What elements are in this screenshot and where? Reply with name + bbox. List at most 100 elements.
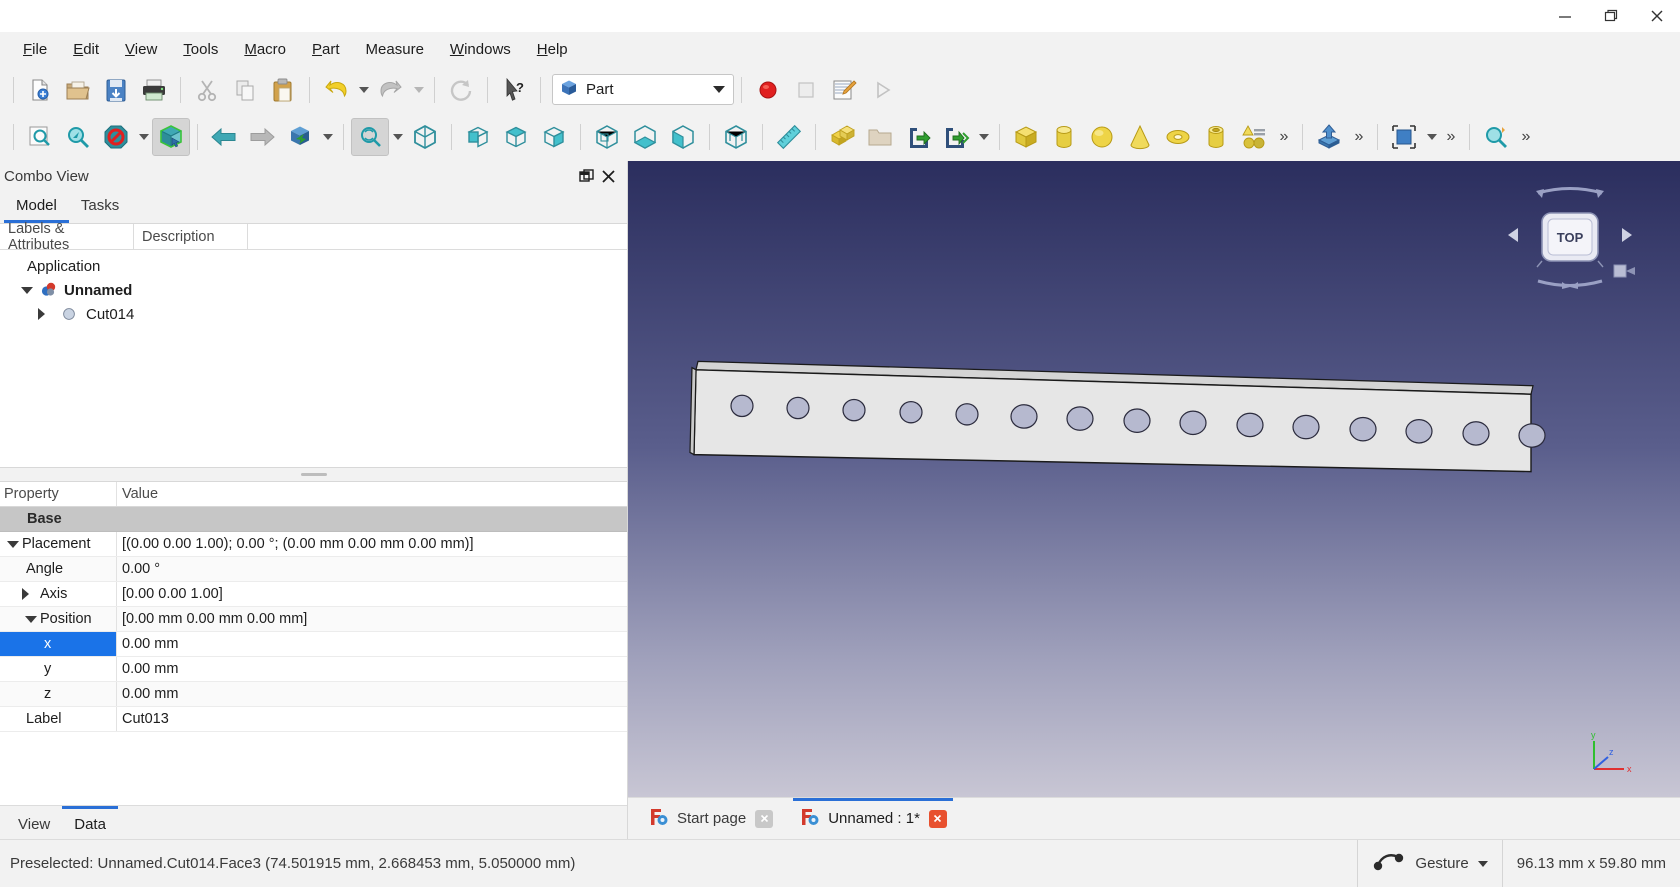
undo-dropdown-arrow[interactable]: [355, 71, 372, 109]
torus-primitive-icon[interactable]: [1159, 118, 1197, 156]
fit-cube-icon[interactable]: [406, 118, 444, 156]
bounding-box-dropdown-arrow[interactable]: [1423, 118, 1440, 156]
zoom-tool-icon[interactable]: [1477, 118, 1515, 156]
navigation-style-selector[interactable]: Gesture: [1357, 839, 1501, 887]
maximize-button[interactable]: [1588, 0, 1634, 32]
export-all-icon[interactable]: [937, 118, 975, 156]
tab-view[interactable]: View: [6, 806, 62, 839]
tab-start-page[interactable]: Start page: [638, 798, 783, 840]
undock-icon[interactable]: [575, 165, 597, 187]
property-value[interactable]: 0.00 °: [117, 557, 627, 581]
chevron-down-icon[interactable]: [16, 286, 38, 294]
menu-windows[interactable]: Windows: [437, 37, 524, 62]
tube-primitive-icon[interactable]: [1197, 118, 1235, 156]
property-value[interactable]: [(0.00 0.00 1.00); 0.00 °; (0.00 mm 0.00…: [117, 532, 627, 556]
isometric-dropdown-arrow[interactable]: [319, 118, 336, 156]
close-button[interactable]: [1634, 0, 1680, 32]
tree-column-description[interactable]: Description: [134, 224, 248, 249]
cut-icon[interactable]: [188, 71, 226, 109]
refresh-icon[interactable]: [442, 71, 480, 109]
property-row-y[interactable]: y 0.00 mm: [0, 657, 627, 682]
menu-file[interactable]: File: [10, 37, 60, 62]
chevron-down-icon[interactable]: [22, 615, 40, 623]
tab-tasks[interactable]: Tasks: [69, 193, 131, 223]
chevron-down-icon[interactable]: [713, 86, 725, 93]
property-value[interactable]: 0.00 mm: [117, 657, 627, 681]
property-value[interactable]: [0.00 mm 0.00 mm 0.00 mm]: [117, 607, 627, 631]
chevron-right-icon[interactable]: [38, 308, 60, 320]
sync-view-dropdown-arrow[interactable]: [389, 118, 406, 156]
folder-icon[interactable]: [861, 118, 899, 156]
bottom-view-icon[interactable]: [626, 118, 664, 156]
menu-part[interactable]: Part: [299, 37, 353, 62]
wireframe-view-icon[interactable]: [717, 118, 755, 156]
boolean-icon[interactable]: [823, 118, 861, 156]
forward-arrow-icon[interactable]: [243, 118, 281, 156]
chevron-right-icon[interactable]: [22, 588, 40, 600]
tree-column-labels[interactable]: Labels & Attributes: [0, 221, 134, 253]
property-row-z[interactable]: z 0.00 mm: [0, 682, 627, 707]
macro-record-icon[interactable]: [749, 71, 787, 109]
workbench-selector[interactable]: Part: [552, 74, 734, 105]
property-row-label[interactable]: Label Cut013: [0, 707, 627, 732]
sphere-primitive-icon[interactable]: [1083, 118, 1121, 156]
cone-primitive-icon[interactable]: [1121, 118, 1159, 156]
minimize-button[interactable]: [1542, 0, 1588, 32]
close-icon[interactable]: [755, 809, 774, 828]
toolbar-overflow-button[interactable]: »: [1273, 118, 1295, 156]
macro-edit-icon[interactable]: [825, 71, 863, 109]
top-view-icon[interactable]: [497, 118, 535, 156]
box-primitive-icon[interactable]: [1007, 118, 1045, 156]
menu-edit[interactable]: Edit: [60, 37, 112, 62]
draw-style-icon[interactable]: [97, 118, 135, 156]
fit-all-icon[interactable]: [21, 118, 59, 156]
property-row-angle[interactable]: Angle 0.00 °: [0, 557, 627, 582]
save-document-icon[interactable]: [97, 71, 135, 109]
menu-macro[interactable]: Macro: [231, 37, 299, 62]
close-icon[interactable]: [597, 165, 619, 187]
draw-style-dropdown-arrow[interactable]: [135, 118, 152, 156]
cylinder-primitive-icon[interactable]: [1045, 118, 1083, 156]
toolbar-overflow-button[interactable]: »: [1348, 118, 1370, 156]
print-icon[interactable]: [135, 71, 173, 109]
measure-icon[interactable]: [770, 118, 808, 156]
tree-item-application[interactable]: Application: [4, 254, 627, 278]
menu-measure[interactable]: Measure: [353, 37, 437, 62]
back-arrow-icon[interactable]: [205, 118, 243, 156]
export-icon[interactable]: [899, 118, 937, 156]
copy-icon[interactable]: [226, 71, 264, 109]
toolbar-overflow-button[interactable]: »: [1440, 118, 1462, 156]
redo-icon[interactable]: [372, 71, 410, 109]
property-column-header[interactable]: Property: [0, 482, 117, 506]
fit-selection-icon[interactable]: [59, 118, 97, 156]
whats-this-icon[interactable]: ?: [495, 71, 533, 109]
value-column-header[interactable]: Value: [117, 482, 627, 506]
tab-data[interactable]: Data: [62, 806, 118, 839]
toolbar-overflow-button[interactable]: »: [1515, 118, 1537, 156]
paste-icon[interactable]: [264, 71, 302, 109]
chevron-down-icon[interactable]: [4, 540, 22, 548]
shape-builder-icon[interactable]: [1235, 118, 1273, 156]
navigation-cube[interactable]: TOP: [1502, 183, 1638, 293]
left-view-icon[interactable]: [664, 118, 702, 156]
menu-help[interactable]: Help: [524, 37, 581, 62]
property-row-axis[interactable]: Axis [0.00 0.00 1.00]: [0, 582, 627, 607]
open-document-icon[interactable]: [59, 71, 97, 109]
tab-unnamed-document[interactable]: Unnamed : 1*: [789, 797, 957, 840]
property-value[interactable]: 0.00 mm: [117, 682, 627, 706]
close-icon[interactable]: [928, 809, 947, 828]
tree-item-unnamed[interactable]: Unnamed: [4, 278, 627, 302]
undo-icon[interactable]: [317, 71, 355, 109]
bounding-box-icon[interactable]: [1385, 118, 1423, 156]
isometric-view-icon[interactable]: [281, 118, 319, 156]
3d-viewport[interactable]: TOP y x z: [628, 161, 1680, 797]
property-value[interactable]: Cut013: [117, 707, 627, 731]
property-row-position[interactable]: Position [0.00 mm 0.00 mm 0.00 mm]: [0, 607, 627, 632]
tab-model[interactable]: Model: [4, 193, 69, 223]
right-view-icon[interactable]: [535, 118, 573, 156]
sync-view-icon[interactable]: [351, 118, 389, 156]
property-group-base[interactable]: Base: [0, 507, 627, 532]
export-dropdown-arrow[interactable]: [975, 118, 992, 156]
extrude-icon[interactable]: [1310, 118, 1348, 156]
property-value[interactable]: 0.00 mm: [117, 632, 627, 656]
